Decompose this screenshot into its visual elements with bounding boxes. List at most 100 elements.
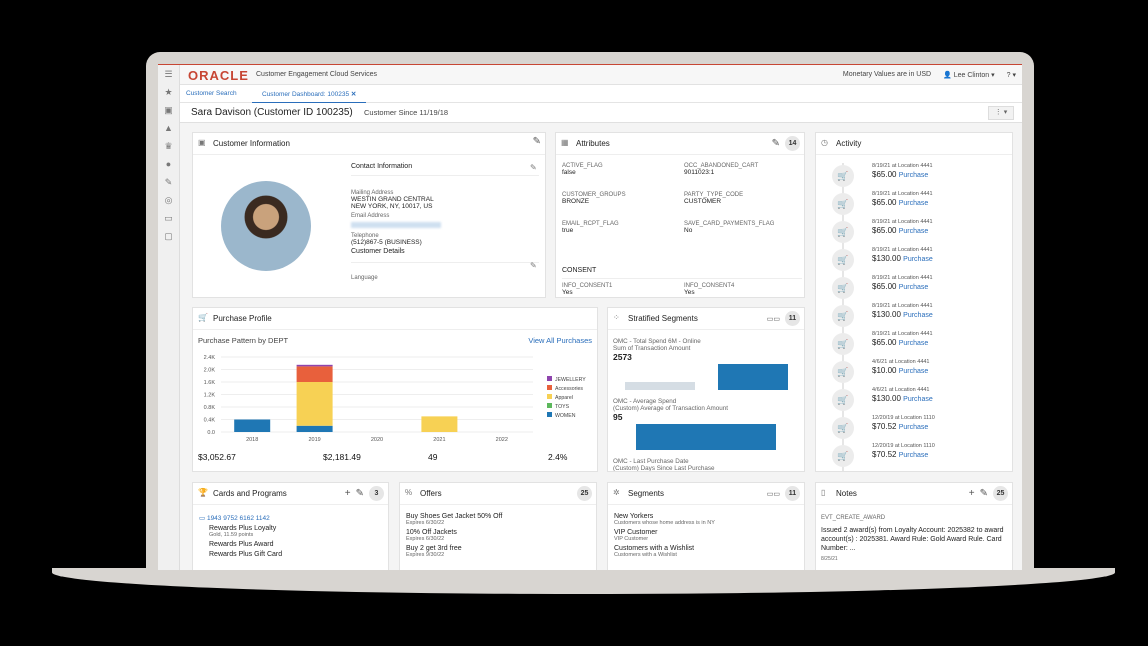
activity-type-link[interactable]: Purchase: [899, 340, 929, 347]
offers-item[interactable]: Buy Shoes Get Jacket 50% Off Expires 6/30…: [406, 513, 502, 526]
program-item[interactable]: Rewards Plus Gift Card: [209, 551, 282, 558]
edit-icon[interactable]: ✎: [356, 488, 364, 499]
segments-item[interactable]: VIP Customer VIP Customer: [614, 529, 715, 542]
bar-women-2019[interactable]: [296, 425, 333, 432]
app-header: ORACLE Customer Engagement Cloud Service…: [180, 65, 1022, 85]
tab-customer-dashboard[interactable]: Customer SearchCustomer Dashboard: 10023…: [252, 90, 367, 104]
currency-note: Monetary Values are in USD: [842, 71, 932, 78]
contact-information-heading: Contact Information: [351, 163, 539, 176]
glasses-icon[interactable]: ▭▭: [767, 490, 780, 498]
add-icon[interactable]: +: [345, 488, 351, 499]
offers-item[interactable]: Buy 2 get 3rd free Expires 9/30/22: [406, 545, 502, 558]
item-name: Customers with a Wishlist: [614, 545, 695, 552]
cart-icon: 🛒: [198, 313, 208, 322]
activity-type-link[interactable]: Purchase: [899, 172, 929, 179]
attribute-item: EMAIL_RCPT_FLAG true: [562, 221, 619, 234]
laptop-base: [52, 568, 1115, 594]
offers-item[interactable]: 10% Off Jackets Expires 6/30/22: [406, 529, 502, 542]
percent-icon[interactable]: ◎: [158, 191, 179, 209]
activity-type-link[interactable]: Purchase: [903, 312, 933, 319]
legend-swatch: [547, 394, 552, 399]
activity-type-link[interactable]: Purchase: [899, 228, 929, 235]
customer-since: Customer Since 11/19/18: [364, 108, 449, 117]
attribute-value: true: [562, 227, 574, 234]
customer-details-heading: Customer Details: [351, 246, 539, 263]
activity-date: 8/19/21 at Location 4441: [872, 191, 933, 197]
activity-type-link[interactable]: Purchase: [899, 368, 929, 375]
contact-card-icon: ▣: [198, 138, 206, 147]
bar-accessories-2019[interactable]: [296, 366, 333, 382]
customer-name: Sara Davison (Customer ID 100235): [191, 107, 353, 118]
activity-date: 8/19/21 at Location 4441: [872, 331, 933, 337]
edit-icon[interactable]: ✎: [533, 136, 541, 147]
view-all-purchases-link[interactable]: View All Purchases: [528, 336, 592, 345]
percent-icon: %: [405, 488, 413, 497]
activity-type-link[interactable]: Purchase: [903, 396, 933, 403]
add-icon[interactable]: +: [969, 488, 975, 499]
mailing-address-line1: WESTIN GRAND CENTRAL: [351, 196, 434, 203]
program-item[interactable]: Rewards Plus Loyalty Gold, 11.59 points: [209, 525, 282, 538]
activity-amount: $130.00: [872, 394, 901, 403]
stat-value: $2,181.49: [323, 452, 361, 462]
activity-date: 4/6/21 at Location 4441: [872, 359, 930, 365]
glasses-icon[interactable]: ▭▭: [767, 315, 780, 323]
chart-subtitle: Purchase Pattern by DEPT: [198, 336, 289, 345]
bar-apparel-2021[interactable]: [421, 416, 458, 432]
customer-title-bar: Sara Davison (Customer ID 100235) Custom…: [180, 103, 1022, 123]
legend-label: Apparel: [555, 395, 573, 401]
tab-label: Customer Dashboard: 100235: [262, 91, 350, 98]
activity-type-link[interactable]: Purchase: [899, 452, 929, 459]
card-icon[interactable]: ▭: [158, 209, 179, 227]
user-menu[interactable]: 👤 Lee Clinton ▾: [943, 71, 995, 79]
cart-icon: 🛒: [832, 417, 854, 439]
more-actions-button[interactable]: ⋮ ▾: [988, 106, 1014, 120]
bar-women-2018[interactable]: [234, 419, 271, 433]
activity-type-link[interactable]: Purchase: [899, 424, 929, 431]
menu-icon[interactable]: ☰: [158, 65, 179, 83]
bar-jewellery-2019[interactable]: [296, 364, 333, 367]
activity-amount: $65.00: [872, 170, 897, 179]
email-value-blurred: [351, 222, 441, 228]
money-icon[interactable]: ▢: [158, 227, 179, 245]
stat-value: 2.4%: [548, 452, 568, 462]
activity-item: 🛒 8/19/21 at Location 4441 $130.00 Purchas…: [824, 247, 1004, 275]
star-icon[interactable]: ★: [158, 83, 179, 101]
activity-type-link[interactable]: Purchase: [899, 284, 929, 291]
tag-icon[interactable]: ✎: [158, 173, 179, 191]
calendar-icon[interactable]: ▣: [158, 101, 179, 119]
globe-icon[interactable]: ●: [158, 155, 179, 173]
item-name: 10% Off Jackets: [406, 529, 457, 536]
edit-icon[interactable]: ✎: [980, 488, 988, 499]
activity-amount: $65.00: [872, 226, 897, 235]
attributes-panel: ▦ Attributes ✎ 14 ACTIVE_FLAG false OCC_ABAND…: [555, 132, 805, 298]
item-name: VIP Customer: [614, 529, 658, 536]
activity-type-link[interactable]: Purchase: [903, 256, 933, 263]
crown-icon[interactable]: ♛: [158, 137, 179, 155]
segments-item[interactable]: New Yorkers Customers whose home address …: [614, 513, 715, 526]
stat-value: $3,052.67: [198, 452, 236, 462]
activity-type-link[interactable]: Purchase: [899, 200, 929, 207]
y-tick-label: 1.2K: [204, 393, 216, 399]
count-badge: 25: [577, 486, 592, 501]
bar-apparel-2019[interactable]: [296, 382, 333, 426]
segments-item[interactable]: Customers with a Wishlist Customers with …: [614, 545, 715, 558]
consent-item: INFO_CONSENT1 Yes: [562, 283, 612, 296]
edit-details-icon[interactable]: ✎: [530, 261, 537, 270]
close-tab-icon[interactable]: ✕: [351, 91, 356, 98]
edit-contact-icon[interactable]: ✎: [530, 163, 537, 172]
program-item[interactable]: Rewards Plus Award: [209, 541, 282, 548]
cart-icon: 🛒: [832, 277, 854, 299]
bell-icon[interactable]: ▲: [158, 119, 179, 137]
attribute-item: PARTY_TYPE_CODE CUSTOMER: [684, 192, 743, 205]
segment-measure: (Custom) Days Since Last Purchase: [613, 465, 715, 472]
consent-value: Yes: [684, 289, 695, 296]
card-number-link[interactable]: ▭ 1943 9752 6162 1142: [199, 514, 270, 522]
panel-title: Segments: [628, 489, 665, 498]
stat-label: Total Spend Since 11/19/18: [198, 471, 271, 472]
edit-icon[interactable]: ✎: [772, 138, 780, 149]
help-icon[interactable]: ? ▾: [1007, 71, 1016, 79]
activity-item: 🛒12/20/19 at Location 1110$70.52 Purchas…: [824, 443, 1004, 471]
count-badge: 14: [785, 136, 800, 151]
tab-customer-search[interactable]: Customer Search: [186, 90, 237, 97]
calendar-icon: ▦: [561, 138, 569, 147]
